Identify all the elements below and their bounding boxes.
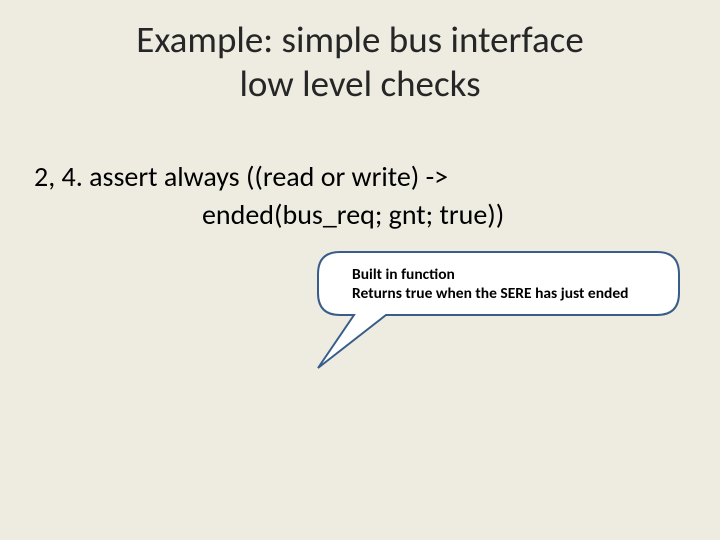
slide-title: Example: simple bus interface low level … — [0, 18, 720, 105]
slide-body: 2, 4. assert always ((read or write) -> … — [34, 158, 684, 234]
body-line-1: 2, 4. assert always ((read or write) -> — [34, 158, 684, 196]
callout-line-2: Returns true when the SERE has just ende… — [352, 284, 652, 303]
title-line-2: low level checks — [239, 61, 480, 106]
callout-line-1: Built in function — [352, 265, 652, 284]
body-line-2: ended(bus_req; gnt; true)) — [34, 196, 684, 234]
title-line-1: Example: simple bus interface — [136, 17, 584, 62]
callout-text: Built in function Returns true when the … — [352, 265, 652, 304]
slide: Example: simple bus interface low level … — [0, 0, 720, 540]
